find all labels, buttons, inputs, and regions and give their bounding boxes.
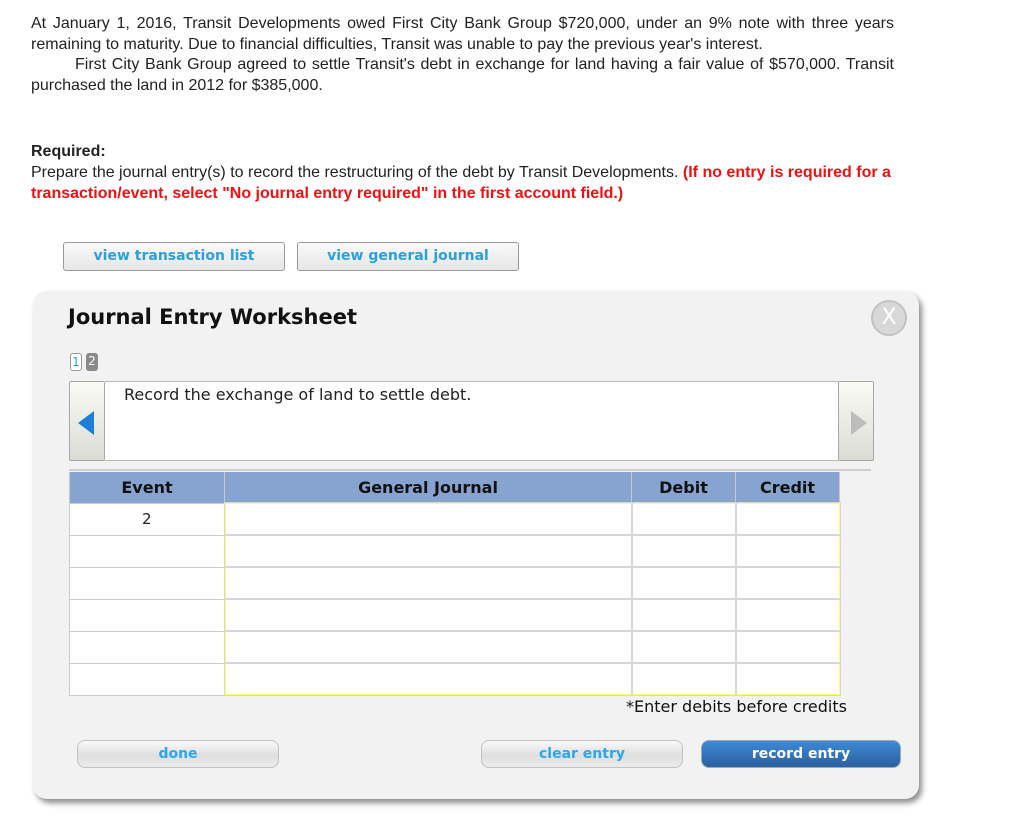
page-tab-2[interactable]: 2 — [86, 353, 98, 371]
account-field-cell — [223, 566, 633, 600]
header-credit: Credit — [735, 472, 840, 503]
view-general-journal-button[interactable]: view general journal — [297, 242, 519, 271]
arrow-left-icon — [78, 411, 94, 435]
debit-field-cell — [630, 502, 737, 536]
debit-field-cell — [630, 598, 737, 632]
required-text: Prepare the journal entry(s) to record t… — [31, 164, 679, 181]
arrow-right-icon — [851, 411, 867, 435]
header-general-journal: General Journal — [224, 472, 632, 503]
journal-table: Event General Journal Debit Credit 2 — [69, 472, 841, 696]
table-header-row: Event General Journal Debit Credit — [69, 472, 840, 503]
page-tabs: 1 2 — [70, 353, 98, 371]
required-label: Required: — [31, 143, 106, 160]
debits-before-credits-note: *Enter debits before credits — [626, 697, 847, 716]
debit-field-cell — [630, 662, 737, 696]
account-field[interactable] — [225, 568, 631, 598]
credit-field[interactable] — [736, 568, 839, 598]
problem-statement: At January 1, 2016, Transit Developments… — [31, 14, 894, 96]
account-field[interactable] — [225, 664, 631, 694]
clear-entry-button[interactable]: clear entry — [481, 740, 683, 768]
view-transaction-list-button[interactable]: view transaction list — [63, 242, 285, 271]
debit-field[interactable] — [632, 664, 735, 694]
account-field[interactable] — [225, 536, 631, 566]
credit-field-cell — [734, 534, 841, 568]
debit-field[interactable] — [632, 568, 735, 598]
header-debit: Debit — [631, 472, 736, 503]
next-entry-button[interactable] — [838, 381, 874, 461]
table-divider — [69, 469, 871, 471]
event-cell — [69, 566, 225, 600]
previous-entry-button[interactable] — [69, 381, 105, 461]
entry-navigator: Record the exchange of land to settle de… — [69, 381, 874, 461]
credit-field[interactable] — [736, 664, 839, 694]
account-field[interactable] — [225, 504, 631, 534]
credit-field[interactable] — [736, 632, 839, 662]
debit-field[interactable] — [632, 504, 735, 534]
done-button[interactable]: done — [77, 740, 279, 768]
credit-field-cell — [734, 502, 841, 536]
header-event: Event — [69, 472, 225, 503]
table-row: 2 — [69, 502, 841, 536]
record-entry-button[interactable]: record entry — [701, 740, 901, 768]
debit-field[interactable] — [632, 536, 735, 566]
event-cell — [69, 630, 225, 664]
credit-field[interactable] — [736, 536, 839, 566]
close-icon[interactable]: X — [871, 300, 907, 336]
event-cell — [69, 662, 225, 696]
account-field-cell — [223, 534, 633, 568]
journal-entry-worksheet: Journal Entry Worksheet X 1 2 Record the… — [33, 291, 919, 799]
table-row — [69, 566, 841, 600]
problem-paragraph-2: First City Bank Group agreed to settle T… — [31, 56, 894, 94]
credit-field-cell — [734, 598, 841, 632]
debit-field-cell — [630, 630, 737, 664]
credit-field-cell — [734, 662, 841, 696]
event-cell — [69, 534, 225, 568]
account-field[interactable] — [225, 600, 631, 630]
credit-field-cell — [734, 566, 841, 600]
table-row — [69, 630, 841, 664]
entry-description: Record the exchange of land to settle de… — [105, 381, 838, 461]
account-field[interactable] — [225, 632, 631, 662]
account-field-cell — [223, 502, 633, 536]
problem-paragraph-1: At January 1, 2016, Transit Developments… — [31, 15, 894, 53]
required-section: Required: Prepare the journal entry(s) t… — [31, 141, 901, 204]
event-cell: 2 — [69, 502, 225, 536]
account-field-cell — [223, 630, 633, 664]
worksheet-title: Journal Entry Worksheet — [68, 305, 358, 329]
table-row — [69, 598, 841, 632]
credit-field[interactable] — [736, 600, 839, 630]
credit-field[interactable] — [736, 504, 839, 534]
credit-field-cell — [734, 630, 841, 664]
table-row — [69, 662, 841, 696]
account-field-cell — [223, 662, 633, 696]
event-cell — [69, 598, 225, 632]
debit-field[interactable] — [632, 632, 735, 662]
account-field-cell — [223, 598, 633, 632]
page-tab-1[interactable]: 1 — [70, 353, 82, 371]
debit-field[interactable] — [632, 600, 735, 630]
table-row — [69, 534, 841, 568]
debit-field-cell — [630, 566, 737, 600]
required-instructions: Prepare the journal entry(s) to record t… — [31, 162, 901, 204]
debit-field-cell — [630, 534, 737, 568]
